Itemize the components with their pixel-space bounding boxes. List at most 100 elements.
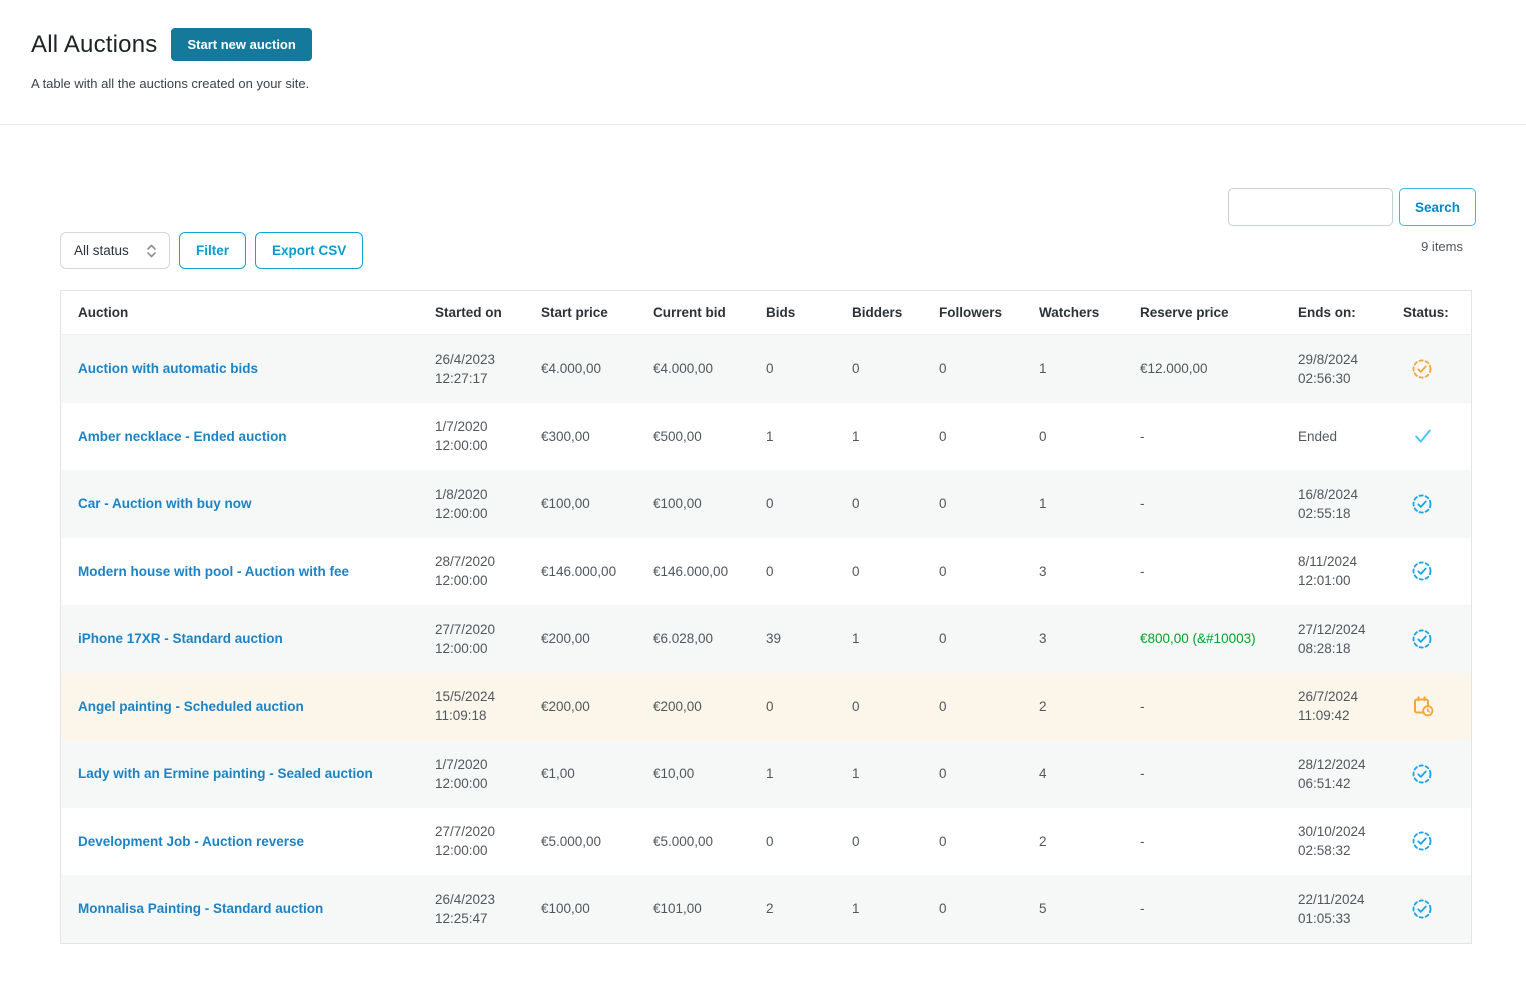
watchers-cell: 1 — [1039, 359, 1140, 378]
status-check-circle-blue-icon — [1403, 830, 1471, 852]
current-bid-cell: €200,00 — [653, 697, 766, 716]
ends-on-cell: 26/7/202411:09:42 — [1298, 687, 1403, 725]
start-price-cell: €1,00 — [541, 764, 653, 783]
ends-on-cell: 29/8/202402:56:30 — [1298, 350, 1403, 388]
auctions-table: AuctionStarted onStart priceCurrent bidB… — [60, 290, 1472, 944]
reserve-price-cell: €800,00 (&#10003) — [1140, 629, 1298, 648]
bidders-cell: 0 — [852, 359, 939, 378]
auction-title-cell: Amber necklace - Ended auction — [78, 427, 435, 446]
started-on-cell: 1/7/202012:00:00 — [435, 755, 541, 793]
watchers-cell: 1 — [1039, 494, 1140, 513]
started-on-cell: 27/7/202012:00:00 — [435, 822, 541, 860]
column-header: Started on — [435, 305, 541, 320]
table-row: Monnalisa Painting - Standard auction 26/… — [61, 875, 1471, 943]
status-check-circle-orange-icon — [1403, 358, 1471, 380]
table-row: iPhone 17XR - Standard auction 27/7/20201… — [61, 605, 1471, 673]
auction-title-link[interactable]: Modern house with pool - Auction with fe… — [78, 564, 349, 579]
watchers-cell: 2 — [1039, 697, 1140, 716]
watchers-cell: 3 — [1039, 629, 1140, 648]
watchers-cell: 3 — [1039, 562, 1140, 581]
bids-cell: 2 — [766, 899, 852, 918]
current-bid-cell: €101,00 — [653, 899, 766, 918]
started-on-cell: 27/7/202012:00:00 — [435, 620, 541, 658]
started-on-cell: 26/4/202312:25:47 — [435, 890, 541, 928]
auction-title-cell: Auction with automatic bids — [78, 359, 435, 378]
ends-on-cell: 22/11/202401:05:33 — [1298, 890, 1403, 928]
watchers-cell: 4 — [1039, 764, 1140, 783]
bids-cell: 1 — [766, 427, 852, 446]
column-header: Auction — [78, 305, 435, 320]
ends-on-cell: 30/10/202402:58:32 — [1298, 822, 1403, 860]
followers-cell: 0 — [939, 697, 1039, 716]
table-body: Auction with automatic bids 26/4/202312:2… — [61, 335, 1471, 943]
bidders-cell: 0 — [852, 562, 939, 581]
bidders-cell: 0 — [852, 832, 939, 851]
table-row: Lady with an Ermine painting - Sealed au… — [61, 740, 1471, 808]
auction-title-cell: Car - Auction with buy now — [78, 494, 435, 513]
followers-cell: 0 — [939, 764, 1039, 783]
reserve-price-cell: - — [1140, 832, 1298, 851]
reserve-price-cell: €12.000,00 — [1140, 359, 1298, 378]
search-area: Search — [1228, 188, 1476, 226]
status-calendar-clock-orange-icon — [1403, 694, 1471, 718]
start-price-cell: €146.000,00 — [541, 562, 653, 581]
start-price-cell: €100,00 — [541, 899, 653, 918]
reserve-price-cell: - — [1140, 899, 1298, 918]
search-input[interactable] — [1228, 188, 1393, 226]
bids-cell: 0 — [766, 562, 852, 581]
watchers-cell: 0 — [1039, 427, 1140, 446]
reserve-price-cell: - — [1140, 764, 1298, 783]
reserve-price-cell: - — [1140, 494, 1298, 513]
table-row: Amber necklace - Ended auction1/7/202012… — [61, 403, 1471, 471]
page-title: All Auctions — [31, 31, 157, 59]
auction-title-link[interactable]: Lady with an Ermine painting - Sealed au… — [78, 766, 373, 781]
search-button[interactable]: Search — [1399, 188, 1476, 226]
table-row: Angel painting - Scheduled auction15/5/2… — [61, 673, 1471, 741]
start-price-cell: €300,00 — [541, 427, 653, 446]
filter-button[interactable]: Filter — [179, 232, 246, 269]
ends-on-cell: 28/12/202406:51:42 — [1298, 755, 1403, 793]
status-filter-value: All status — [74, 243, 129, 258]
column-header: Bids — [766, 305, 852, 320]
items-count: 9 items — [1421, 239, 1463, 254]
ends-on-cell: 16/8/202402:55:18 — [1298, 485, 1403, 523]
bidders-cell: 0 — [852, 494, 939, 513]
up-down-chevron-icon — [146, 242, 157, 260]
start-price-cell: €5.000,00 — [541, 832, 653, 851]
auction-title-cell: Development Job - Auction reverse — [78, 832, 435, 851]
table-row: Auction with automatic bids 26/4/202312:2… — [61, 335, 1471, 403]
current-bid-cell: €5.000,00 — [653, 832, 766, 851]
followers-cell: 0 — [939, 832, 1039, 851]
auction-title-link[interactable]: Monnalisa Painting - Standard auction — [78, 901, 323, 916]
start-price-cell: €200,00 — [541, 629, 653, 648]
followers-cell: 0 — [939, 562, 1039, 581]
auction-title-link[interactable]: Auction with automatic bids — [78, 361, 258, 376]
followers-cell: 0 — [939, 359, 1039, 378]
export-csv-button[interactable]: Export CSV — [255, 232, 363, 269]
ends-on-cell: 8/11/202412:01:00 — [1298, 552, 1403, 590]
column-header: Status: — [1403, 305, 1471, 320]
status-check-circle-blue-icon — [1403, 628, 1471, 650]
auction-title-link[interactable]: iPhone 17XR - Standard auction — [78, 631, 283, 646]
table-row: Modern house with pool - Auction with fe… — [61, 538, 1471, 606]
start-price-cell: €100,00 — [541, 494, 653, 513]
column-header: Start price — [541, 305, 653, 320]
auction-title-cell: Monnalisa Painting - Standard auction — [78, 899, 435, 918]
auction-title-link[interactable]: Amber necklace - Ended auction — [78, 429, 287, 444]
filter-toolbar: All status Filter Export CSV — [60, 232, 363, 269]
status-filter-select[interactable]: All status — [60, 232, 170, 269]
column-header: Ends on: — [1298, 305, 1403, 320]
table-row: Car - Auction with buy now1/8/202012:00:… — [61, 470, 1471, 538]
auction-title-link[interactable]: Development Job - Auction reverse — [78, 834, 304, 849]
followers-cell: 0 — [939, 494, 1039, 513]
status-check-circle-blue-icon — [1403, 763, 1471, 785]
start-new-auction-button[interactable]: Start new auction — [171, 28, 311, 61]
auction-title-link[interactable]: Angel painting - Scheduled auction — [78, 699, 304, 714]
followers-cell: 0 — [939, 427, 1039, 446]
followers-cell: 0 — [939, 899, 1039, 918]
column-header: Reserve price — [1140, 305, 1298, 320]
started-on-cell: 26/4/202312:27:17 — [435, 350, 541, 388]
column-header: Current bid — [653, 305, 766, 320]
auction-title-cell: Modern house with pool - Auction with fe… — [78, 562, 435, 581]
auction-title-link[interactable]: Car - Auction with buy now — [78, 496, 252, 511]
